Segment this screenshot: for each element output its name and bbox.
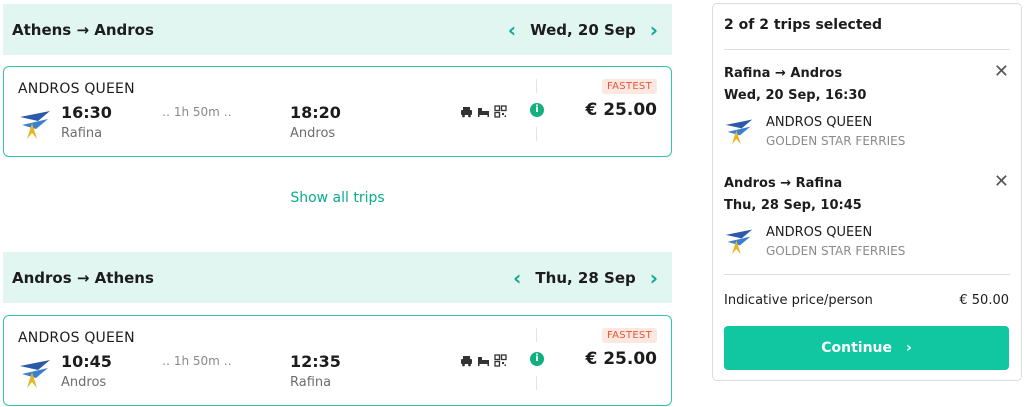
fastest-badge: FASTEST [601,79,657,94]
trip-list: Athens → Andros ‹ Wed, 20 Sep › ANDROS Q… [3,4,672,406]
outbound-date: Wed, 20 Sep [530,20,636,39]
amenities [460,354,507,367]
return-date: Thu, 28 Sep [535,268,636,287]
divider [536,376,537,390]
chevron-right-icon[interactable]: › [650,268,658,288]
outbound-route-title: Athens → Andros [12,20,154,39]
qr-code-icon [494,354,507,367]
segment-route: Andros → Rafina [724,176,843,191]
summary-title: 2 of 2 trips selected [724,17,883,33]
outbound-header: Athens → Andros ‹ Wed, 20 Sep › [3,4,672,55]
ferry-logo-icon [20,360,50,388]
duration: ‥ 1h 50m ‥ [162,105,232,119]
info-icon[interactable]: i [530,352,544,366]
arrive-port: Rafina [290,375,332,390]
car-icon [461,356,472,367]
divider [536,328,537,342]
segment-route: Rafina → Andros [724,66,843,81]
chevron-left-icon[interactable]: ‹ [513,268,521,288]
bed-icon [478,108,489,117]
return-route-title: Andros → Athens [12,268,154,287]
duration: ‥ 1h 50m ‥ [162,354,232,368]
return-date-nav: ‹ Thu, 28 Sep › [513,268,658,288]
close-icon[interactable]: ✕ [994,173,1009,191]
depart-port: Andros [61,375,107,390]
chevron-left-icon[interactable]: ‹ [508,20,516,40]
depart-time: 16:30 [61,103,112,122]
close-icon[interactable]: ✕ [994,63,1009,81]
divider [724,274,1010,275]
return-header: Andros → Athens ‹ Thu, 28 Sep › [3,252,672,303]
segment-vessel: ANDROS QUEEN [766,115,873,130]
divider [724,49,1010,50]
bed-icon [478,357,489,366]
vessel-name: ANDROS QUEEN [18,330,135,346]
fastest-badge: FASTEST [601,328,657,343]
ferry-logo-icon [725,119,753,145]
trip-price: € 25.00 [585,349,657,369]
ferry-logo-icon [725,229,753,255]
indicative-price-value: € 50.00 [959,293,1009,308]
segment-vessel: ANDROS QUEEN [766,225,873,240]
segment-datetime: Wed, 20 Sep, 16:30 [724,88,867,103]
selection-summary: 2 of 2 trips selected Rafina → Andros ✕ … [712,3,1022,381]
arrive-time: 18:20 [290,103,341,122]
return-trip-card[interactable]: ANDROS QUEEN 10:45 Andros ‥ 1h 50m ‥ 12:… [3,315,672,406]
segment-datetime: Thu, 28 Sep, 10:45 [724,198,862,213]
segment-operator: GOLDEN STAR FERRIES [766,134,906,148]
ferry-logo-icon [20,111,50,139]
arrive-time: 12:35 [290,352,341,371]
divider [536,127,537,141]
chevron-right-icon[interactable]: › [650,20,658,40]
continue-button[interactable]: Continue › [724,326,1009,370]
divider [536,79,537,93]
vessel-name: ANDROS QUEEN [18,81,135,97]
arrive-port: Andros [290,126,336,141]
qr-code-icon [494,105,507,118]
depart-port: Rafina [61,126,103,141]
segment-operator: GOLDEN STAR FERRIES [766,244,906,258]
indicative-price-label: Indicative price/person [724,293,873,308]
outbound-trip-card[interactable]: ANDROS QUEEN 16:30 Rafina ‥ 1h 50m ‥ 18:… [3,66,672,157]
continue-label: Continue [821,340,892,356]
outbound-date-nav: ‹ Wed, 20 Sep › [508,20,658,40]
show-all-trips-link[interactable]: Show all trips [3,190,672,206]
chevron-right-icon: › [906,340,912,356]
info-icon[interactable]: i [530,103,544,117]
car-icon [461,107,472,118]
amenities [460,105,507,118]
trip-price: € 25.00 [585,100,657,120]
depart-time: 10:45 [61,352,112,371]
